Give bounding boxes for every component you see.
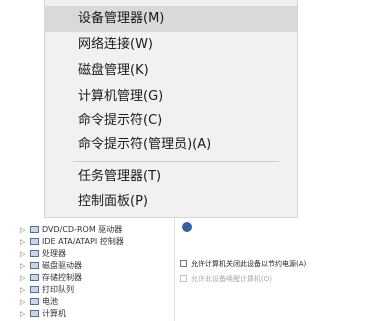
menu-item-command-prompt-admin[interactable]: 命令提示符(管理员)(A) xyxy=(45,132,297,158)
print-queue-icon xyxy=(30,286,39,293)
tree-row-label: 计算机 xyxy=(42,309,66,318)
tree-row-label: IDE ATA/ATAPI 控制器 xyxy=(42,237,124,246)
battery-icon xyxy=(30,298,39,305)
menu-item-disk-management[interactable]: 磁盘管理(K) xyxy=(45,58,297,84)
tree-row-label: 存储控制器 xyxy=(42,273,82,282)
device-tree: ▷ DVD/CD-ROM 驱动器 ▷ IDE ATA/ATAPI 控制器 ▷ 处理器 … xyxy=(0,218,175,321)
disk-drive-icon xyxy=(30,262,39,269)
processor-icon xyxy=(30,250,39,257)
dvd-drive-icon xyxy=(30,226,39,233)
menu-item-device-manager[interactable]: 设备管理器(M) xyxy=(45,6,297,32)
tree-row-label: 磁盘驱动器 xyxy=(42,261,82,270)
device-icon xyxy=(182,222,192,232)
tree-row-label: 电池 xyxy=(42,297,58,306)
menu-item-task-manager[interactable]: 任务管理器(T) xyxy=(45,164,297,190)
menu-item-network-connections[interactable]: 网络连接(W) xyxy=(45,32,297,58)
allow-power-off-checkbox[interactable] xyxy=(180,260,187,267)
menu-item-command-prompt[interactable]: 命令提示符(C) xyxy=(45,108,297,134)
tree-row-label: 处理器 xyxy=(42,249,66,258)
allow-wake-option[interactable]: 允许此设备唤醒计算机(O) xyxy=(180,273,272,285)
context-menu: 设备管理器(M) 网络连接(W) 磁盘管理(K) 计算机管理(G) 命令提示符(… xyxy=(44,0,298,218)
power-management-panel: 允许计算机关闭此设备以节约电源(A) 允许此设备唤醒计算机(O) xyxy=(176,218,373,321)
menu-item-control-panel[interactable]: 控制面板(P) xyxy=(45,189,297,215)
tree-row-label: DVD/CD-ROM 驱动器 xyxy=(42,225,123,234)
expand-arrow-icon[interactable]: ▷ xyxy=(20,308,28,321)
storage-controller-icon xyxy=(30,274,39,281)
tree-row[interactable]: ▷ 计算机 xyxy=(20,307,66,320)
menu-separator xyxy=(73,161,279,162)
menu-item-computer-management[interactable]: 计算机管理(G) xyxy=(45,84,297,110)
computer-icon xyxy=(30,310,39,317)
allow-power-off-label: 允许计算机关闭此设备以节约电源(A) xyxy=(191,260,307,268)
device-manager-window: ▷ DVD/CD-ROM 驱动器 ▷ IDE ATA/ATAPI 控制器 ▷ 处理器 … xyxy=(0,218,373,321)
allow-power-off-option[interactable]: 允许计算机关闭此设备以节约电源(A) xyxy=(180,258,306,270)
ide-controller-icon xyxy=(30,238,39,245)
allow-wake-label: 允许此设备唤醒计算机(O) xyxy=(191,275,272,283)
allow-wake-checkbox[interactable] xyxy=(180,275,187,282)
tree-row-label: 打印队列 xyxy=(42,285,74,294)
